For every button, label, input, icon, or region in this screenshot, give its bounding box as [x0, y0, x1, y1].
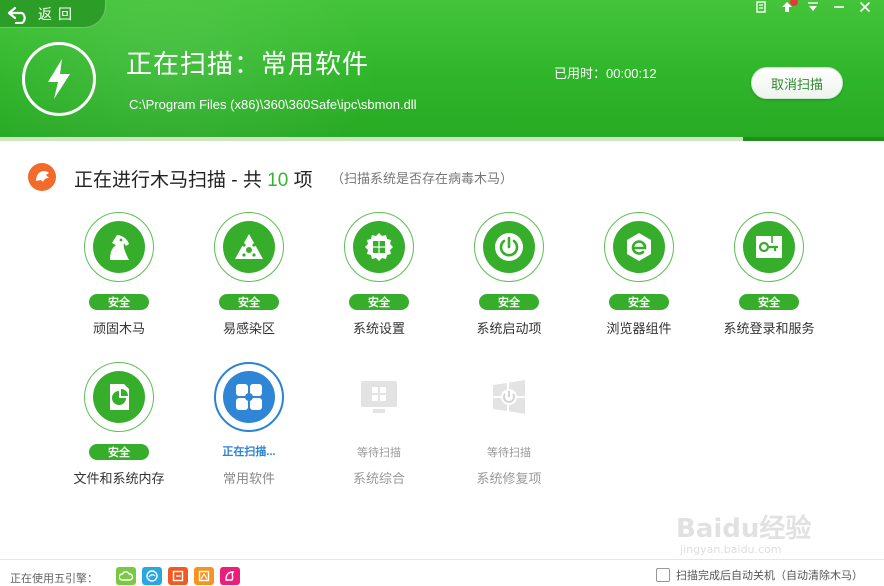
- baidu-watermark: Baidu经验: [676, 514, 812, 544]
- section-title: 正在进行木马扫描 - 共 10 项: [74, 165, 313, 192]
- close-icon: [859, 1, 871, 13]
- lightning-bolt-icon: [48, 59, 70, 99]
- file-chart-icon: [110, 384, 129, 410]
- minimize-icon: [834, 6, 844, 8]
- windows-repair-icon: [493, 380, 525, 414]
- gear-windows-icon: [365, 233, 393, 261]
- status-badge: 安全: [349, 294, 409, 310]
- scan-progress-bar: [0, 137, 884, 141]
- skin-icon: [756, 1, 766, 13]
- monitor-windows-icon: [361, 381, 397, 413]
- scan-item-label: 易感染区: [222, 321, 275, 336]
- back-arrow-icon: [7, 6, 26, 24]
- status-badge: 等待扫描: [487, 447, 531, 459]
- horse-icon: [110, 235, 129, 260]
- scan-item-label: 文件和系统内存: [73, 471, 165, 486]
- scan-item-login-services[interactable]: 安全 系统登录和服务: [704, 212, 834, 342]
- scan-item-common-software[interactable]: 正在扫描... 常用软件: [184, 362, 314, 492]
- cancel-scan-button[interactable]: 取消扫描: [751, 67, 843, 99]
- scan-current-file: C:\Program Files (x86)\360\360Safe\ipc\s…: [129, 97, 417, 112]
- bitdefender-engine-icon: [225, 571, 235, 581]
- scan-item-vulnerable-area[interactable]: 安全 易感染区: [184, 212, 314, 342]
- elapsed-time: 已用时：00:00:12: [554, 66, 657, 81]
- login-service-icon: [756, 236, 782, 258]
- auto-shutdown-label: 扫描完成后自动关机（自动清除木马）: [676, 570, 863, 582]
- window-controls: [750, 0, 876, 14]
- engine-qex[interactable]: [168, 567, 188, 585]
- skin-button[interactable]: [750, 0, 772, 14]
- scan-title: 正在扫描：常用软件: [126, 49, 370, 79]
- section-title-suffix: 项: [288, 170, 313, 191]
- scan-item-stubborn-trojan[interactable]: 安全 顽固木马: [54, 212, 184, 342]
- scan-item-label: 常用软件: [222, 471, 275, 486]
- status-badge: 安全: [609, 294, 669, 310]
- engine-bitdefender[interactable]: [220, 567, 240, 585]
- status-badge: 安全: [89, 294, 149, 310]
- status-badge: 安全: [739, 294, 799, 310]
- scan-progress-fill: [0, 137, 743, 141]
- engine-qvm[interactable]: [142, 567, 162, 585]
- status-badge: 等待扫描: [357, 447, 401, 459]
- engine-avira[interactable]: [194, 567, 214, 585]
- warning-triangle-icon: [235, 234, 263, 259]
- avira-engine-icon: [198, 570, 210, 582]
- power-icon: [495, 233, 523, 261]
- qvm-engine-icon: [146, 570, 158, 582]
- status-badge: 安全: [479, 294, 539, 310]
- auto-shutdown-checkbox[interactable]: [656, 568, 670, 582]
- engines-label: 正在使用五引擎：: [10, 573, 98, 585]
- back-button[interactable]: 返回: [0, 0, 106, 28]
- scan-item-system-general[interactable]: 等待扫描 系统综合: [314, 362, 444, 492]
- qex-engine-icon: [172, 570, 184, 582]
- scan-item-count: 10: [267, 170, 289, 191]
- status-badge: 安全: [89, 444, 149, 460]
- apps-icon: [236, 384, 262, 410]
- upload-button[interactable]: [776, 0, 798, 14]
- menu-button[interactable]: [802, 0, 824, 14]
- scan-item-label: 系统修复项: [476, 471, 542, 486]
- footer-divider: [0, 559, 884, 560]
- section-note: （扫描系统是否存在病毒木马）: [331, 171, 514, 186]
- scan-item-startup[interactable]: 安全 系统启动项: [444, 212, 574, 342]
- back-label: 返回: [38, 5, 78, 22]
- scan-status-emblem: [22, 42, 96, 116]
- cloud-engine-icon: [119, 571, 133, 581]
- status-badge: 安全: [219, 294, 279, 310]
- scan-item-label: 浏览器组件: [606, 321, 672, 336]
- menu-down-icon: [808, 2, 818, 11]
- ie-icon: [627, 233, 651, 261]
- scan-item-label: 系统设置: [352, 321, 405, 336]
- scan-item-label: 顽固木马: [92, 321, 145, 336]
- status-badge: 正在扫描...: [222, 446, 276, 458]
- baidu-watermark-url: jingyan.baidu.com: [680, 543, 782, 556]
- scan-item-label: 系统启动项: [476, 321, 542, 336]
- scan-item-system-repair[interactable]: 等待扫描 系统修复项: [444, 362, 574, 492]
- scan-item-label: 系统登录和服务: [723, 321, 815, 336]
- minimize-button[interactable]: [828, 0, 850, 14]
- auto-shutdown-option[interactable]: 扫描完成后自动关机（自动清除木马）: [656, 567, 863, 583]
- trojan-scan-icon: [28, 163, 56, 191]
- engine-cloud[interactable]: [116, 567, 136, 585]
- scan-header: 返回 正在扫描：常用软件 C:\Program Files (x86)\360\…: [0, 0, 884, 141]
- close-button[interactable]: [854, 0, 876, 14]
- scan-item-label: 系统综合: [352, 471, 405, 486]
- scan-item-system-settings[interactable]: 安全 系统设置: [314, 212, 444, 342]
- section-title-prefix: 正在进行木马扫描 - 共: [74, 170, 268, 191]
- engine-list: [116, 567, 240, 585]
- scan-item-files-memory[interactable]: 安全 文件和系统内存: [54, 362, 184, 492]
- notification-badge: [790, 0, 798, 6]
- scan-item-browser-components[interactable]: 安全 浏览器组件: [574, 212, 704, 342]
